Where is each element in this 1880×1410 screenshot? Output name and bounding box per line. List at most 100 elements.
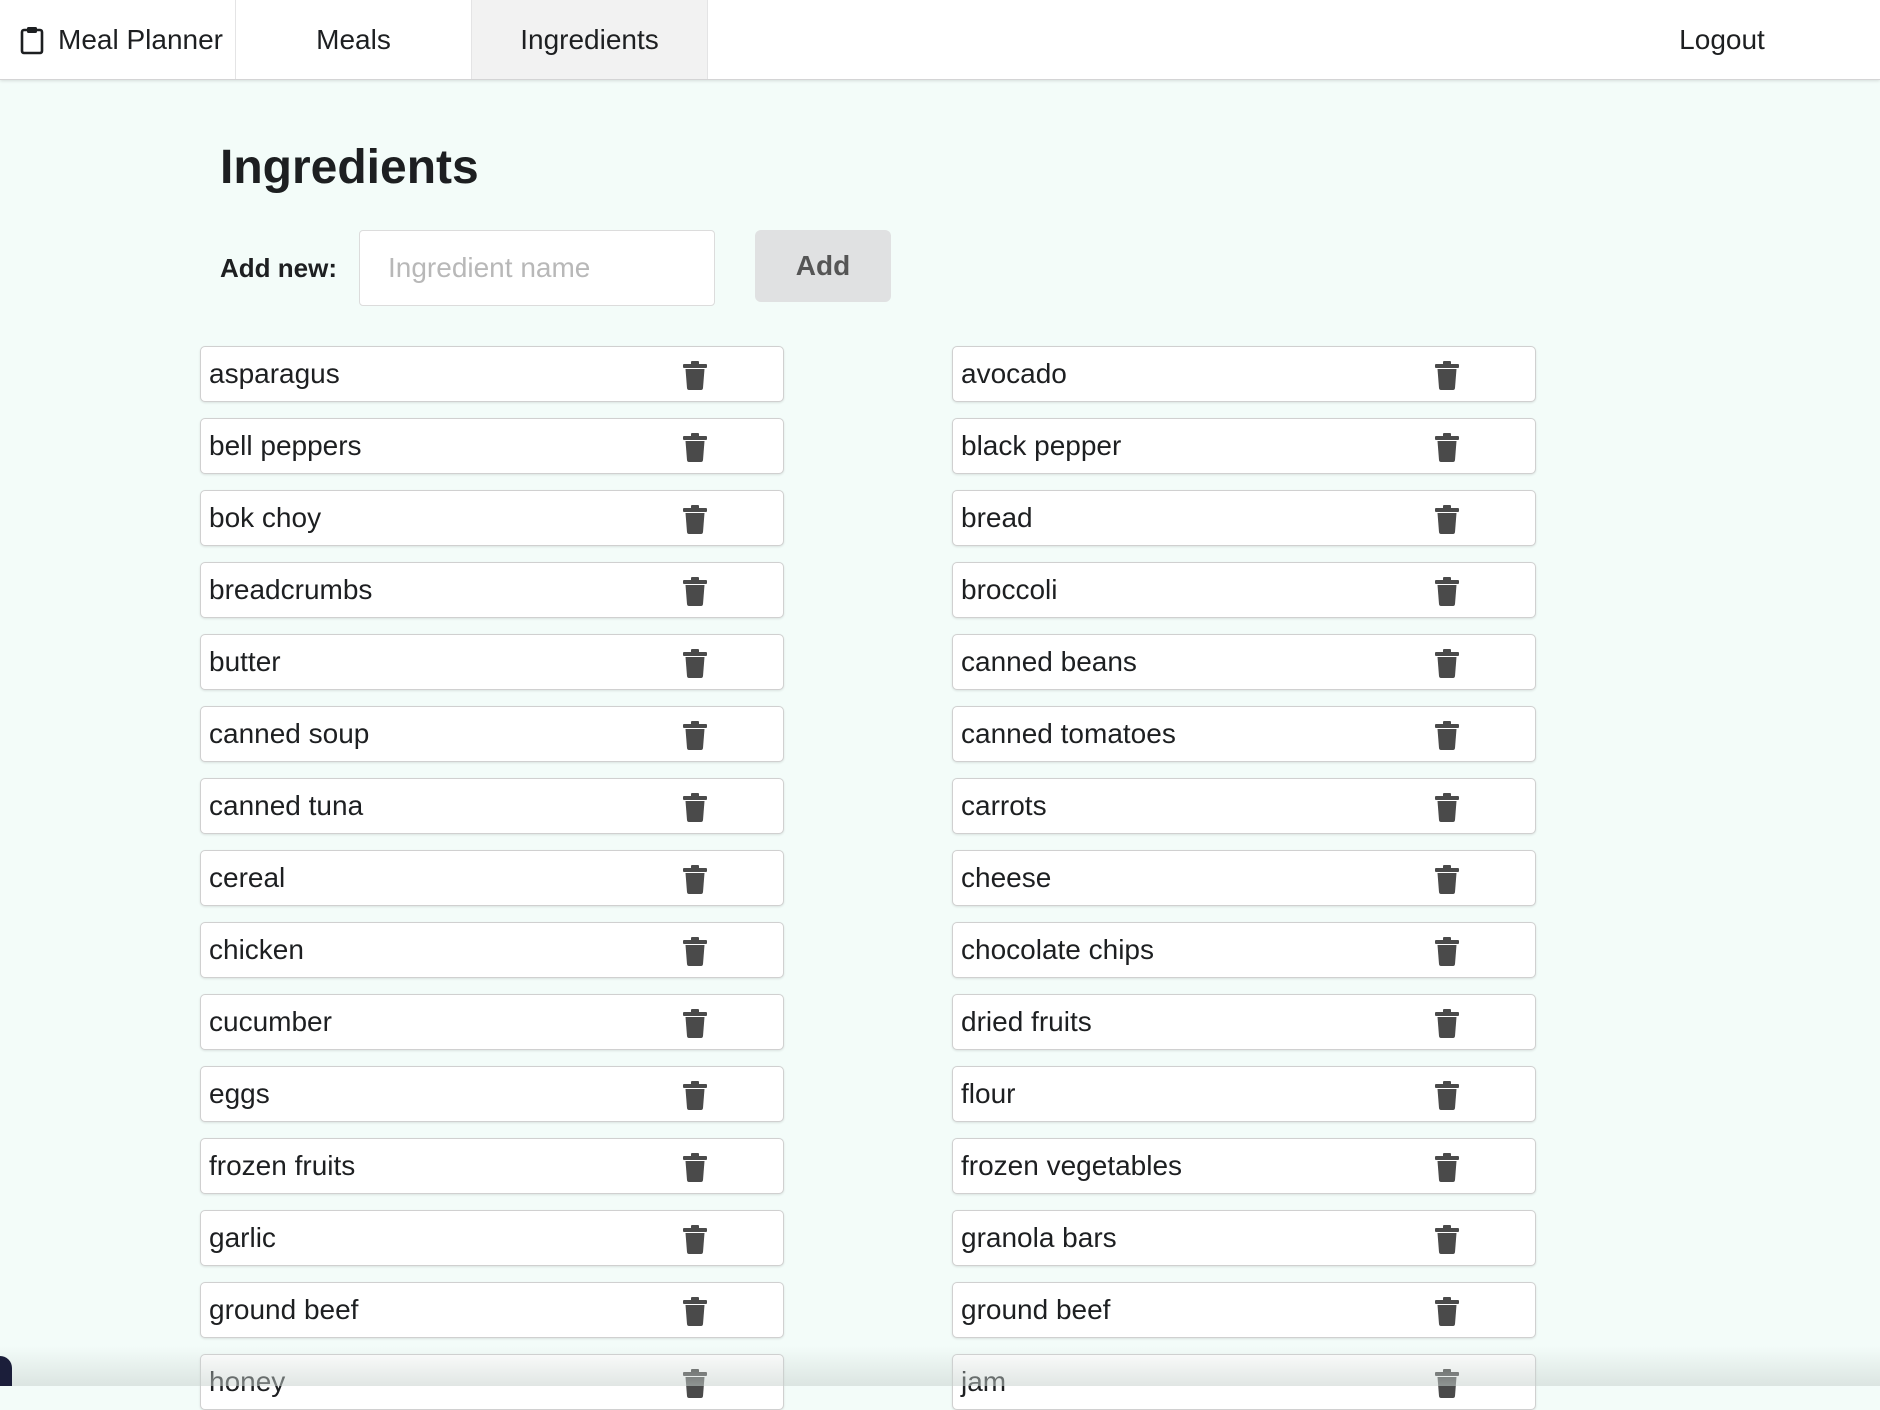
tab-ingredients-label: Ingredients (520, 24, 659, 56)
brand-label: Meal Planner (58, 24, 223, 56)
ingredient-item: canned beans (952, 634, 1536, 690)
ingredient-item: ground beef (200, 1282, 784, 1338)
ingredient-item: bok choy (200, 490, 784, 546)
trash-icon (1435, 865, 1459, 894)
delete-ingredient-button[interactable] (1431, 647, 1463, 679)
delete-ingredient-button[interactable] (679, 575, 711, 607)
add-new-label: Add new: (220, 253, 337, 284)
trash-icon (683, 865, 707, 894)
ingredient-item: bell peppers (200, 418, 784, 474)
trash-icon (683, 505, 707, 534)
ingredient-item: black pepper (952, 418, 1536, 474)
delete-ingredient-button[interactable] (1431, 1151, 1463, 1183)
ingredient-item: granola bars (952, 1210, 1536, 1266)
ingredient-item: flour (952, 1066, 1536, 1122)
tab-ingredients[interactable]: Ingredients (472, 0, 708, 79)
delete-ingredient-button[interactable] (1431, 1079, 1463, 1111)
ingredient-item: cheese (952, 850, 1536, 906)
delete-ingredient-button[interactable] (679, 791, 711, 823)
delete-ingredient-button[interactable] (679, 1151, 711, 1183)
top-navigation: Meal Planner Meals Ingredients Logout (0, 0, 1880, 80)
ingredient-item: chocolate chips (952, 922, 1536, 978)
brand[interactable]: Meal Planner (0, 0, 236, 79)
delete-ingredient-button[interactable] (679, 863, 711, 895)
delete-ingredient-button[interactable] (679, 1367, 711, 1399)
ingredient-item: dried fruits (952, 994, 1536, 1050)
trash-icon (1435, 361, 1459, 390)
trash-icon (683, 1009, 707, 1038)
trash-icon (683, 361, 707, 390)
trash-icon (1435, 793, 1459, 822)
ingredient-name-input[interactable] (359, 230, 715, 306)
delete-ingredient-button[interactable] (1431, 719, 1463, 751)
delete-ingredient-button[interactable] (1431, 359, 1463, 391)
ingredient-item: canned tomatoes (952, 706, 1536, 762)
delete-ingredient-button[interactable] (1431, 935, 1463, 967)
tab-meals[interactable]: Meals (236, 0, 472, 79)
clipboard-icon (20, 25, 44, 55)
delete-ingredient-button[interactable] (679, 503, 711, 535)
trash-icon (683, 433, 707, 462)
ingredient-item: frozen fruits (200, 1138, 784, 1194)
trash-icon (683, 1225, 707, 1254)
trash-icon (1435, 433, 1459, 462)
trash-icon (683, 937, 707, 966)
ingredient-item: breadcrumbs (200, 562, 784, 618)
delete-ingredient-button[interactable] (679, 1295, 711, 1327)
tab-meals-label: Meals (316, 24, 391, 56)
delete-ingredient-button[interactable] (679, 431, 711, 463)
ingredient-item: asparagus (200, 346, 784, 402)
ingredient-item: canned tuna (200, 778, 784, 834)
ingredient-item: eggs (200, 1066, 784, 1122)
page-title: Ingredients (220, 140, 479, 195)
trash-icon (1435, 1369, 1459, 1398)
delete-ingredient-button[interactable] (679, 935, 711, 967)
trash-icon (683, 1369, 707, 1398)
trash-icon (1435, 721, 1459, 750)
trash-icon (1435, 1081, 1459, 1110)
delete-ingredient-button[interactable] (1431, 575, 1463, 607)
ingredient-item: cucumber (200, 994, 784, 1050)
delete-ingredient-button[interactable] (1431, 1007, 1463, 1039)
delete-ingredient-button[interactable] (679, 359, 711, 391)
trash-icon (1435, 505, 1459, 534)
trash-icon (1435, 577, 1459, 606)
main-content: Ingredients Add new: Add asparagus avocad… (0, 80, 1880, 1386)
delete-ingredient-button[interactable] (679, 719, 711, 751)
trash-icon (1435, 1009, 1459, 1038)
trash-icon (683, 1153, 707, 1182)
trash-icon (683, 793, 707, 822)
nav-spacer (708, 0, 1634, 79)
ingredient-item: cereal (200, 850, 784, 906)
ingredient-item: broccoli (952, 562, 1536, 618)
delete-ingredient-button[interactable] (679, 1079, 711, 1111)
ingredient-item: avocado (952, 346, 1536, 402)
delete-ingredient-button[interactable] (1431, 791, 1463, 823)
trash-icon (1435, 1297, 1459, 1326)
ingredient-item: bread (952, 490, 1536, 546)
add-button[interactable]: Add (755, 230, 891, 302)
ingredient-item: honey (200, 1354, 784, 1410)
delete-ingredient-button[interactable] (1431, 431, 1463, 463)
delete-ingredient-button[interactable] (1431, 503, 1463, 535)
trash-icon (683, 721, 707, 750)
delete-ingredient-button[interactable] (1431, 1367, 1463, 1399)
trash-icon (1435, 1153, 1459, 1182)
trash-icon (1435, 937, 1459, 966)
delete-ingredient-button[interactable] (679, 647, 711, 679)
delete-ingredient-button[interactable] (1431, 1295, 1463, 1327)
delete-ingredient-button[interactable] (1431, 1223, 1463, 1255)
trash-icon (1435, 1225, 1459, 1254)
ingredient-item: chicken (200, 922, 784, 978)
logout-button[interactable]: Logout (1634, 0, 1810, 79)
ingredient-item: canned soup (200, 706, 784, 762)
delete-ingredient-button[interactable] (679, 1007, 711, 1039)
trash-icon (683, 649, 707, 678)
add-ingredient-form: Add new: Add (220, 230, 891, 306)
delete-ingredient-button[interactable] (679, 1223, 711, 1255)
ingredient-item: ground beef (952, 1282, 1536, 1338)
trash-icon (683, 1081, 707, 1110)
ingredient-list: asparagus avocado bell peppers black pepper… (200, 346, 1536, 1410)
ingredient-item: butter (200, 634, 784, 690)
delete-ingredient-button[interactable] (1431, 863, 1463, 895)
